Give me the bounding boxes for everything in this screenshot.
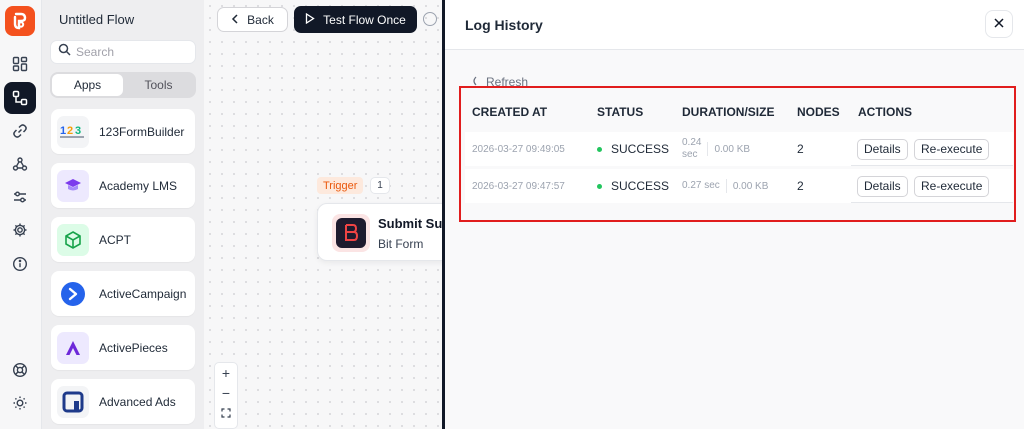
close-icon — [994, 15, 1004, 33]
app-list: 123 123FormBuilder Academy LMS ACPT Acti… — [51, 109, 195, 429]
tab-tools[interactable]: Tools — [123, 74, 194, 96]
bit-form-icon — [332, 214, 370, 252]
app-sidebar: Untitled Flow Apps Tools 123 123FormBuil… — [42, 0, 204, 429]
back-label: Back — [247, 12, 274, 27]
app-item-activecampaign[interactable]: ActiveCampaign — [51, 271, 195, 316]
advanced-ads-icon — [57, 385, 89, 418]
node-title: Submit Suc — [378, 216, 450, 231]
app-item-activepieces[interactable]: ActivePieces — [51, 325, 195, 370]
log-history-panel: Log History Refresh CREATED AT STATUS DU… — [445, 0, 1024, 429]
app-label: ActiveCampaign — [99, 286, 187, 301]
logo-icon[interactable] — [5, 6, 35, 36]
app-label: Advanced Ads — [99, 394, 176, 409]
svg-text:3: 3 — [75, 125, 81, 137]
tab-apps[interactable]: Apps — [52, 74, 123, 96]
icon-rail — [0, 0, 42, 429]
dashboard-icon[interactable] — [4, 48, 36, 80]
panel-title: Log History — [465, 17, 543, 33]
info-icon[interactable] — [4, 248, 36, 280]
support-icon[interactable] — [4, 354, 36, 386]
theme-icon[interactable] — [4, 387, 36, 419]
zoom-controls: + − — [214, 362, 238, 429]
highlight-box — [459, 86, 1016, 222]
activecampaign-icon — [57, 278, 89, 310]
check-circle-icon[interactable] — [423, 12, 437, 26]
app-label: Academy LMS — [99, 178, 178, 193]
search-input[interactable] — [76, 45, 186, 59]
test-flow-button[interactable]: Test Flow Once — [294, 6, 417, 33]
chevron-left-icon — [231, 13, 239, 27]
flows-icon[interactable] — [4, 82, 36, 114]
zoom-out-button[interactable]: − — [215, 383, 237, 403]
academy-lms-icon — [57, 169, 89, 202]
close-button[interactable] — [985, 10, 1013, 38]
panel-header: Log History — [445, 0, 1024, 50]
acpt-icon — [57, 223, 89, 256]
app-item-acpt[interactable]: ACPT — [51, 217, 195, 262]
test-flow-label: Test Flow Once — [323, 12, 406, 27]
app-item-academy-lms[interactable]: Academy LMS — [51, 163, 195, 208]
fit-view-icon[interactable] — [215, 403, 237, 423]
search-icon — [58, 43, 71, 61]
settings-sliders-icon[interactable] — [4, 181, 36, 213]
trigger-node[interactable]: Submit Suc Bit Form — [317, 203, 457, 261]
app-label: ActivePieces — [99, 340, 168, 355]
flow-canvas[interactable]: Back Test Flow Once Trigger 1 Submit Suc… — [204, 0, 457, 429]
app-label: 123FormBuilder — [99, 124, 185, 139]
link-icon[interactable] — [4, 115, 36, 147]
app-item-advanced-ads[interactable]: Advanced Ads — [51, 379, 195, 424]
trigger-count: 1 — [370, 177, 390, 194]
app-item-123formbuilder[interactable]: 123 123FormBuilder — [51, 109, 195, 154]
zoom-in-button[interactable]: + — [215, 363, 237, 383]
123formbuilder-icon: 123 — [57, 115, 89, 148]
svg-text:1: 1 — [60, 125, 66, 137]
app-label: ACPT — [99, 232, 132, 247]
search-box[interactable] — [50, 40, 196, 64]
node-subtitle: Bit Form — [378, 237, 424, 251]
apps-tools-toggle: Apps Tools — [50, 72, 196, 98]
trigger-badge: Trigger — [317, 177, 364, 194]
svg-text:2: 2 — [67, 125, 73, 137]
webhook-icon[interactable] — [4, 148, 36, 180]
play-icon — [305, 12, 315, 27]
back-button[interactable]: Back — [217, 7, 288, 32]
activepieces-icon — [57, 331, 89, 364]
flow-title[interactable]: Untitled Flow — [59, 12, 134, 27]
gear-icon[interactable] — [4, 214, 36, 246]
